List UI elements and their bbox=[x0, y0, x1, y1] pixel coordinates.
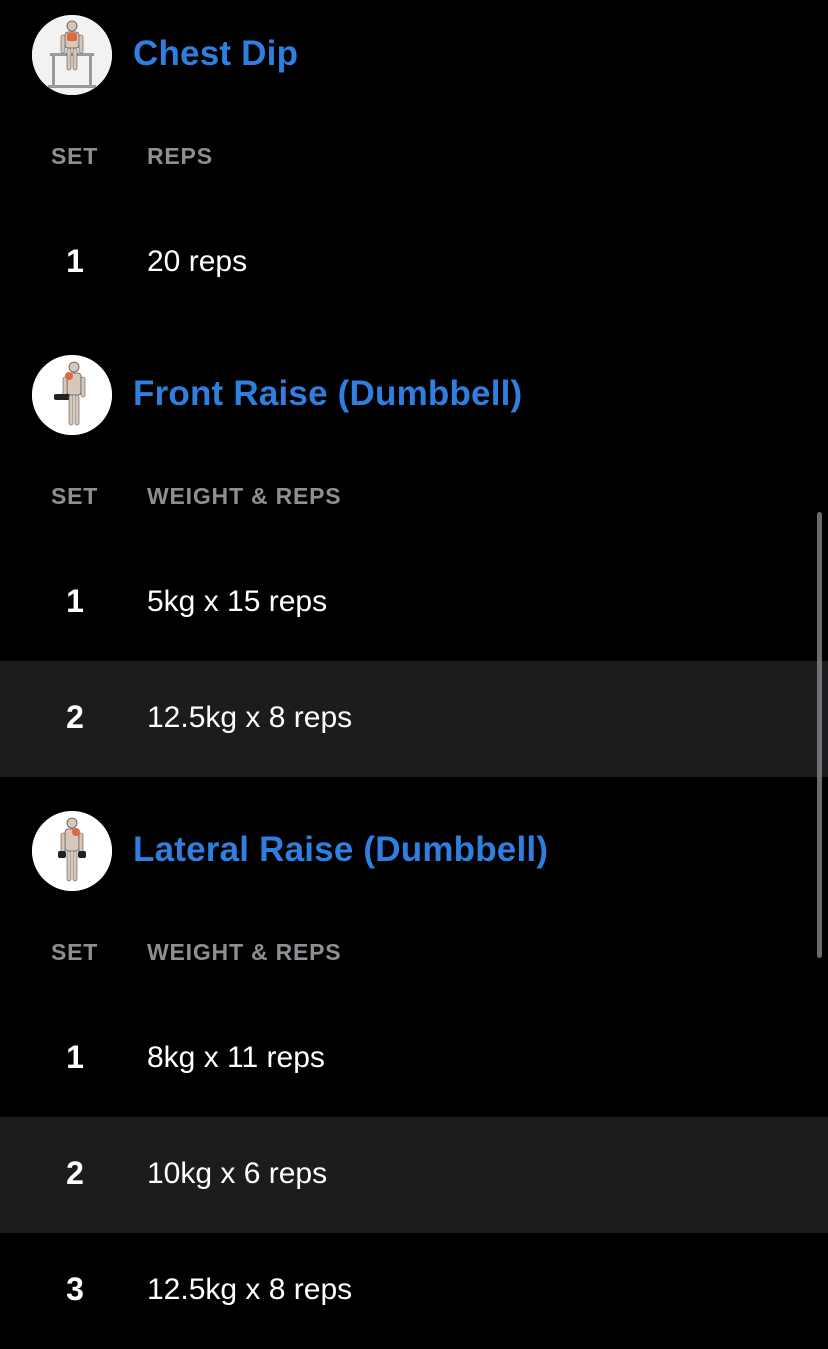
exercise-title[interactable]: Chest Dip bbox=[133, 34, 298, 74]
exercise-title[interactable]: Lateral Raise (Dumbbell) bbox=[133, 830, 548, 870]
set-row[interactable]: 2 12.5kg x 8 reps bbox=[0, 661, 828, 777]
set-row[interactable]: 3 12.5kg x 8 reps bbox=[0, 1233, 828, 1349]
chest-dip-figure-icon[interactable] bbox=[32, 15, 112, 95]
set-number: 1 bbox=[66, 243, 84, 279]
lateral-raise-figure-icon[interactable] bbox=[32, 811, 112, 891]
set-row[interactable]: 1 5kg x 15 reps bbox=[0, 545, 828, 661]
column-headers: SET WEIGHT & REPS bbox=[0, 939, 828, 979]
exercise-header[interactable]: Lateral Raise (Dumbbell) bbox=[0, 811, 828, 891]
exercise-block-lateral-raise: Lateral Raise (Dumbbell) SET WEIGHT & RE… bbox=[0, 811, 828, 1349]
reps-column-header: REPS bbox=[147, 143, 213, 169]
set-number: 2 bbox=[66, 1155, 84, 1191]
set-value: 12.5kg x 8 reps bbox=[147, 1273, 353, 1306]
weight-reps-column-header: WEIGHT & REPS bbox=[147, 939, 342, 965]
weight-reps-column-header: WEIGHT & REPS bbox=[147, 483, 342, 509]
set-row[interactable]: 1 20 reps bbox=[0, 205, 828, 321]
set-column-header: SET bbox=[51, 143, 99, 169]
set-value: 10kg x 6 reps bbox=[147, 1157, 328, 1190]
set-number: 1 bbox=[66, 1039, 84, 1075]
exercise-header[interactable]: Chest Dip bbox=[0, 15, 828, 95]
set-value: 8kg x 11 reps bbox=[147, 1041, 325, 1074]
exercise-block-chest-dip: Chest Dip SET REPS 1 20 reps bbox=[0, 15, 828, 321]
set-value: 5kg x 15 reps bbox=[147, 585, 328, 618]
set-number: 1 bbox=[66, 583, 84, 619]
vertical-scrollbar[interactable] bbox=[817, 512, 822, 958]
set-column-header: SET bbox=[51, 483, 99, 509]
set-number: 3 bbox=[66, 1271, 84, 1307]
column-headers: SET REPS bbox=[0, 143, 828, 183]
exercise-title[interactable]: Front Raise (Dumbbell) bbox=[133, 374, 522, 414]
set-row[interactable]: 1 8kg x 11 reps bbox=[0, 1001, 828, 1117]
front-raise-figure-icon[interactable] bbox=[32, 355, 112, 435]
set-number: 2 bbox=[66, 699, 84, 735]
exercise-header[interactable]: Front Raise (Dumbbell) bbox=[0, 355, 828, 435]
set-value: 20 reps bbox=[147, 245, 248, 278]
set-column-header: SET bbox=[51, 939, 99, 965]
set-value: 12.5kg x 8 reps bbox=[147, 701, 353, 734]
column-headers: SET WEIGHT & REPS bbox=[0, 483, 828, 523]
set-row[interactable]: 2 10kg x 6 reps bbox=[0, 1117, 828, 1233]
exercise-block-front-raise: Front Raise (Dumbbell) SET WEIGHT & REPS… bbox=[0, 355, 828, 777]
